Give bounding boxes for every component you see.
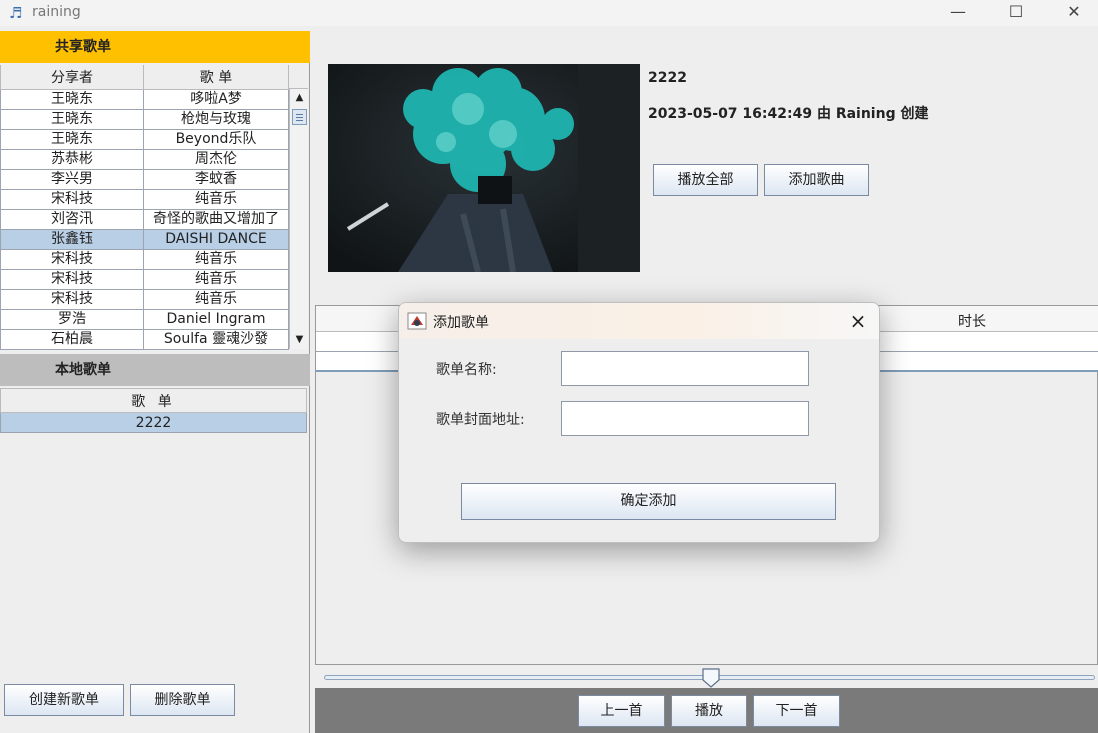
previous-track-button[interactable]: 上一首 bbox=[578, 695, 665, 727]
maximize-button[interactable]: ☐ bbox=[988, 0, 1044, 26]
table-corner bbox=[289, 65, 308, 89]
sharer-cell[interactable]: 张鑫钰 bbox=[0, 229, 144, 250]
sharer-cell[interactable]: 石柏晨 bbox=[0, 329, 144, 350]
sharer-cell[interactable]: 王晓东 bbox=[0, 89, 144, 110]
progress-slider-thumb[interactable] bbox=[702, 668, 720, 688]
sharer-cell[interactable]: 王晓东 bbox=[0, 129, 144, 150]
playlist-cell[interactable]: 纯音乐 bbox=[143, 289, 289, 310]
playlist-cover-image bbox=[328, 64, 640, 272]
sharer-cell[interactable]: 罗浩 bbox=[0, 309, 144, 330]
playlist-cell[interactable]: 哆啦A梦 bbox=[143, 89, 289, 110]
table-row[interactable]: 宋科技 纯音乐 bbox=[0, 269, 289, 290]
playlist-cell[interactable]: 奇怪的歌曲又增加了 bbox=[143, 209, 289, 230]
shared-playlists-header: 共享歌单 bbox=[0, 31, 310, 63]
sharer-cell[interactable]: 宋科技 bbox=[0, 189, 144, 210]
cover-url-input[interactable] bbox=[561, 401, 809, 436]
table-row[interactable]: 宋科技 纯音乐 bbox=[0, 289, 289, 310]
left-panel: 共享歌单 分享者 歌 单 王晓东 哆啦A梦 王晓东 枪炮与玫瑰 王晓东 Beyond乐队苏… bbox=[0, 31, 310, 733]
table-row[interactable]: 宋科技 纯音乐 bbox=[0, 249, 289, 270]
playlist-cell[interactable]: 2222 bbox=[0, 412, 307, 433]
playlist-cell[interactable]: 李蚊香 bbox=[143, 169, 289, 190]
table-row[interactable]: 苏恭彬 周杰伦 bbox=[0, 149, 289, 170]
play-button[interactable]: 播放 bbox=[671, 695, 747, 727]
scroll-thumb[interactable] bbox=[292, 109, 307, 125]
playlist-cell[interactable]: Daniel Ingram bbox=[143, 309, 289, 330]
column-header-local-playlist[interactable]: 歌 单 bbox=[0, 388, 307, 413]
cover-url-label: 歌单封面地址: bbox=[436, 412, 525, 428]
sharer-cell[interactable]: 宋科技 bbox=[0, 289, 144, 310]
playlist-cell[interactable]: Soulfa 靈魂沙發 bbox=[143, 329, 289, 350]
table-row[interactable]: 王晓东 枪炮与玫瑰 bbox=[0, 109, 289, 130]
playlist-cell[interactable]: 枪炮与玫瑰 bbox=[143, 109, 289, 130]
table-row[interactable]: 李兴男 李蚊香 bbox=[0, 169, 289, 190]
playlist-cell[interactable]: DAISHI DANCE bbox=[143, 229, 289, 250]
sharer-cell[interactable]: 苏恭彬 bbox=[0, 149, 144, 170]
scroll-up-icon[interactable]: ▲ bbox=[293, 91, 306, 104]
music-note-icon: ♬ bbox=[9, 4, 23, 22]
playlist-cell[interactable]: Beyond乐队 bbox=[143, 129, 289, 150]
create-playlist-button[interactable]: 创建新歌单 bbox=[4, 684, 124, 716]
column-header-sharer[interactable]: 分享者 bbox=[0, 65, 144, 90]
delete-playlist-button[interactable]: 删除歌单 bbox=[130, 684, 235, 716]
table-row[interactable]: 张鑫钰 DAISHI DANCE bbox=[0, 229, 289, 250]
close-window-button[interactable]: ✕ bbox=[1046, 0, 1098, 26]
window-title: raining bbox=[32, 4, 81, 20]
next-track-button[interactable]: 下一首 bbox=[753, 695, 840, 727]
shared-table-scrollbar[interactable]: ▲ ▼ bbox=[289, 89, 308, 349]
dialog-title: 添加歌单 bbox=[433, 315, 489, 331]
scroll-down-icon[interactable]: ▼ bbox=[293, 333, 306, 346]
table-row[interactable]: 刘咨汛 奇怪的歌曲又增加了 bbox=[0, 209, 289, 230]
add-song-button[interactable]: 添加歌曲 bbox=[764, 164, 869, 196]
table-row[interactable]: 2222 bbox=[0, 412, 307, 433]
playlist-cell[interactable]: 周杰伦 bbox=[143, 149, 289, 170]
shared-playlists-table: 分享者 歌 单 王晓东 哆啦A梦 王晓东 枪炮与玫瑰 王晓东 Beyond乐队 苏恭彬 周杰伦… bbox=[0, 65, 289, 350]
confirm-add-button[interactable]: 确定添加 bbox=[461, 483, 836, 520]
table-row[interactable]: 王晓东 Beyond乐队 bbox=[0, 129, 289, 150]
sharer-cell[interactable]: 王晓东 bbox=[0, 109, 144, 130]
playlist-cell[interactable]: 纯音乐 bbox=[143, 269, 289, 290]
local-playlists-header: 本地歌单 bbox=[0, 354, 310, 386]
minimize-button[interactable]: — bbox=[930, 0, 986, 26]
play-all-button[interactable]: 播放全部 bbox=[653, 164, 758, 196]
add-playlist-dialog: 添加歌单 × 歌单名称: 歌单封面地址: 确定添加 bbox=[398, 302, 880, 543]
column-header-playlist[interactable]: 歌 单 bbox=[143, 65, 289, 90]
playlist-cell[interactable]: 纯音乐 bbox=[143, 249, 289, 270]
playlist-name: 2222 bbox=[648, 70, 687, 86]
playlist-meta: 2023-05-07 16:42:49 由 Raining 创建 bbox=[648, 106, 929, 122]
table-row[interactable]: 罗浩 Daniel Ingram bbox=[0, 309, 289, 330]
table-row[interactable]: 宋科技 纯音乐 bbox=[0, 189, 289, 210]
column-header-duration[interactable]: 时长 bbox=[958, 311, 986, 331]
sharer-cell[interactable]: 宋科技 bbox=[0, 249, 144, 270]
sharer-cell[interactable]: 李兴男 bbox=[0, 169, 144, 190]
table-row[interactable]: 石柏晨 Soulfa 靈魂沙發 bbox=[0, 329, 289, 350]
playlist-name-input[interactable] bbox=[561, 351, 809, 386]
close-icon[interactable]: × bbox=[845, 309, 871, 333]
local-playlists-table: 歌 单 2222 bbox=[0, 388, 307, 433]
java-app-icon bbox=[407, 312, 427, 330]
sharer-cell[interactable]: 宋科技 bbox=[0, 269, 144, 290]
table-row[interactable]: 王晓东 哆啦A梦 bbox=[0, 89, 289, 110]
playlist-cell[interactable]: 纯音乐 bbox=[143, 189, 289, 210]
sharer-cell[interactable]: 刘咨汛 bbox=[0, 209, 144, 230]
playlist-name-label: 歌单名称: bbox=[436, 362, 497, 378]
